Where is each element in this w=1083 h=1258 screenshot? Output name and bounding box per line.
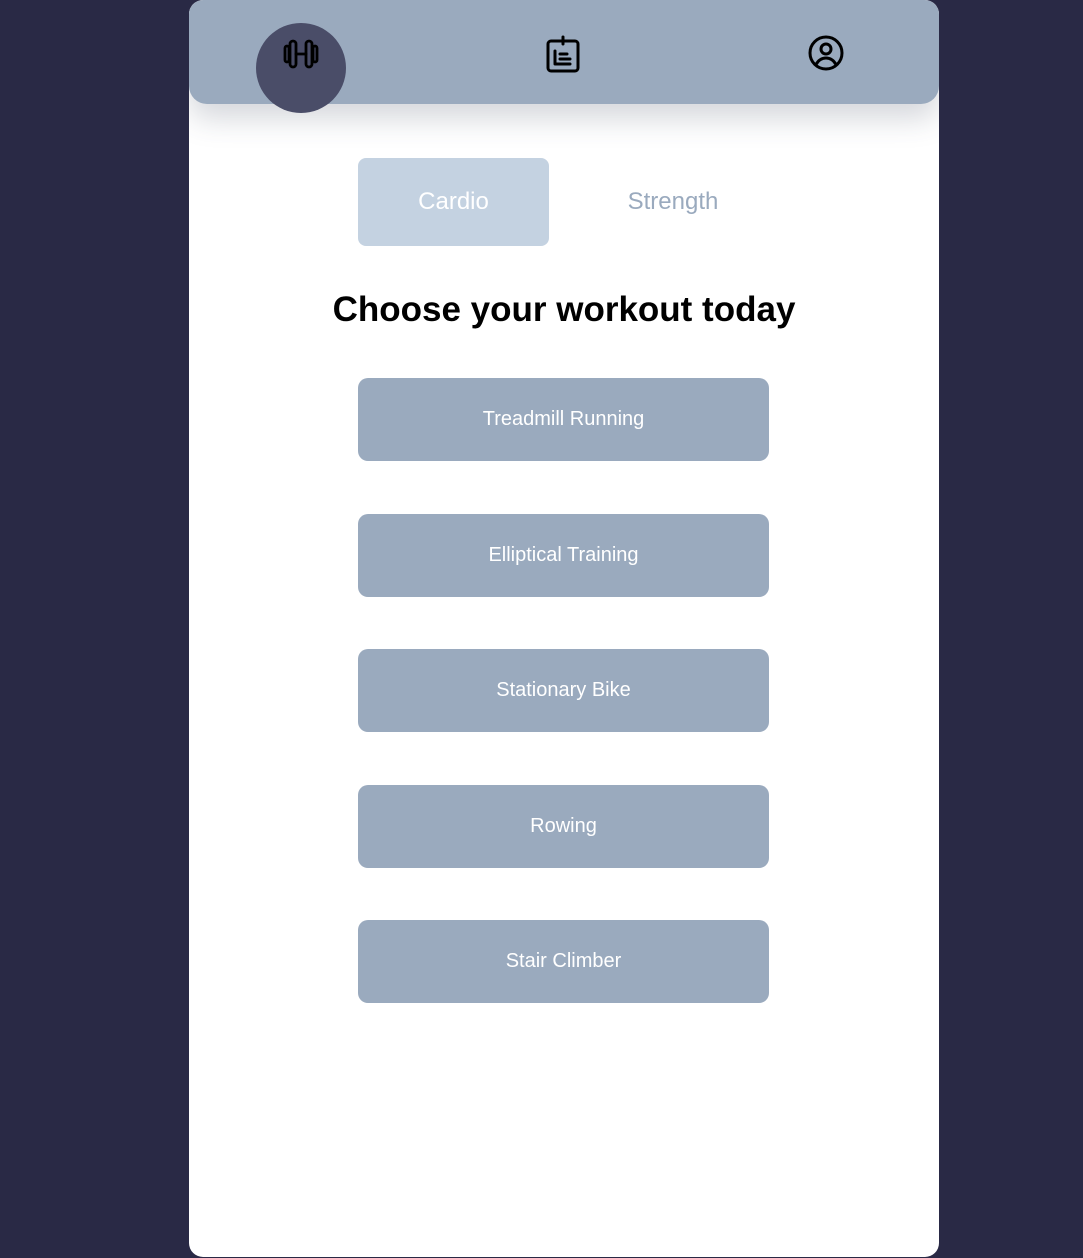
tab-cardio[interactable]: Cardio [358, 158, 549, 246]
tab-strength[interactable]: Strength [578, 158, 768, 246]
workout-stationary-bike-button[interactable]: Stationary Bike [358, 649, 769, 732]
workout-list: Treadmill Running Elliptical Training St… [358, 378, 769, 1056]
user-circle-icon [808, 35, 844, 71]
workout-type-tabs: Cardio Strength [358, 158, 778, 246]
workout-elliptical-training-button[interactable]: Elliptical Training [358, 513, 769, 597]
workout-rowing-button[interactable]: Rowing [358, 784, 769, 868]
nav-log-button[interactable] [541, 34, 585, 74]
workout-treadmill-running-button[interactable]: Treadmill Running [358, 378, 769, 461]
top-navigation-bar [189, 0, 939, 113]
page-title: Choose your workout today [332, 290, 796, 329]
clipboard-list-icon [546, 35, 580, 73]
workout-stair-climber-button[interactable]: Stair Climber [358, 920, 769, 1003]
nav-workouts-button[interactable] [256, 23, 346, 113]
dumbbell-icon [283, 39, 319, 69]
app-screen: Cardio Strength Choose your workout toda… [189, 0, 939, 1257]
nav-profile-button[interactable] [804, 33, 848, 73]
